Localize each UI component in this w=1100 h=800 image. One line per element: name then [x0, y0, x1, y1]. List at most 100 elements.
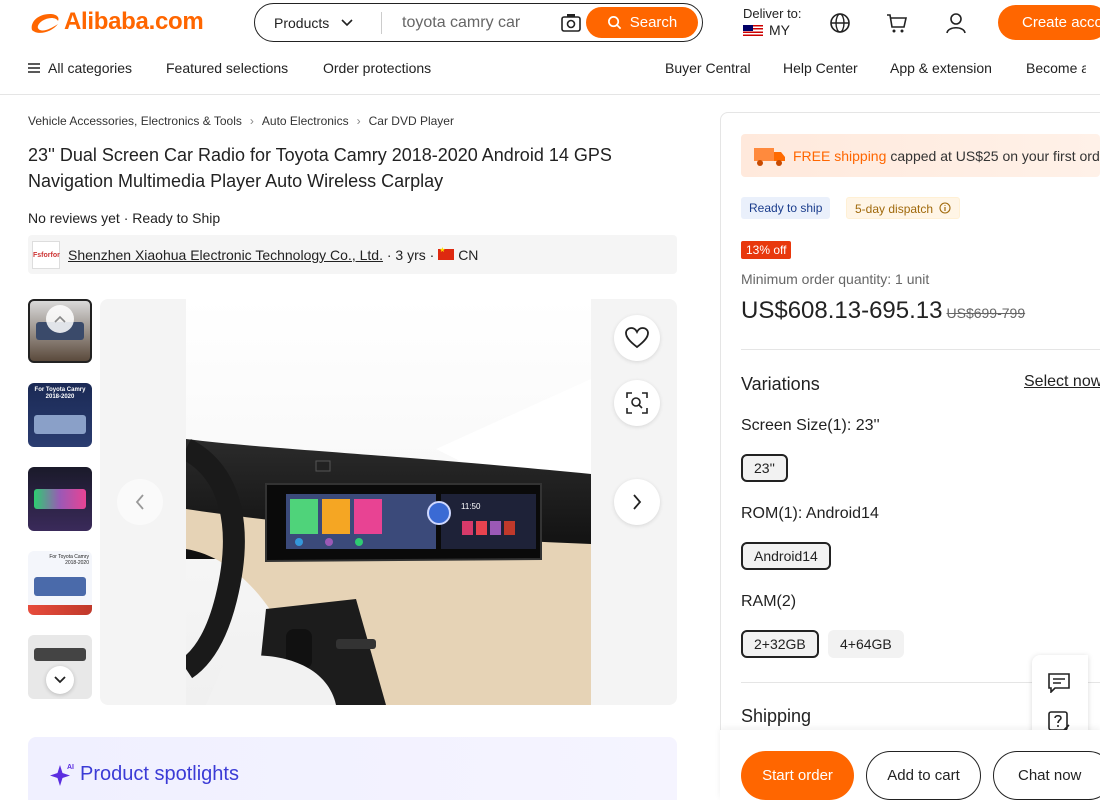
- chevron-right-icon: ›: [356, 114, 361, 128]
- chevron-right-icon: [633, 494, 642, 510]
- nav-featured-selections[interactable]: Featured selections: [166, 60, 288, 76]
- breadcrumb-item[interactable]: Vehicle Accessories, Electronics & Tools: [28, 114, 242, 128]
- message-icon[interactable]: [1048, 673, 1070, 693]
- thumbnail-screen: [34, 415, 86, 435]
- search-button-label: Search: [629, 14, 678, 31]
- cart-icon[interactable]: [886, 12, 908, 34]
- thumbnail-screen: [34, 489, 86, 509]
- supplier-name-link[interactable]: Shenzhen Xiaohua Electronic Technology C…: [68, 247, 383, 263]
- current-price: US$608.13-695.13: [741, 297, 943, 324]
- supplier-bar: Fsforfor Shenzhen Xiaohua Electronic Tec…: [28, 235, 677, 274]
- search-input[interactable]: [402, 13, 552, 32]
- thumbnail-screen: [34, 647, 86, 661]
- breadcrumb-item[interactable]: Auto Electronics: [262, 114, 349, 128]
- chevron-left-icon: [135, 494, 144, 510]
- site-header: Alibaba.com Products Search Deliver to: …: [0, 0, 1100, 95]
- option-ram-2-32gb[interactable]: 2+32GB: [741, 630, 819, 658]
- free-shipping-text: FREE shipping: [793, 147, 887, 164]
- shipping-title: Shipping: [741, 706, 812, 726]
- minimum-order: Minimum order quantity: 1 unit: [741, 271, 930, 287]
- all-categories-menu[interactable]: All categories: [28, 60, 132, 76]
- start-order-button[interactable]: Start order: [741, 751, 854, 800]
- image-search-button[interactable]: [614, 380, 660, 426]
- thumbnail-strip: For Toyota Camry 2018-2020 For Toyota Ca…: [28, 299, 92, 719]
- china-flag-icon: [438, 246, 455, 260]
- supplier-country: CN: [458, 246, 479, 263]
- thumbnail[interactable]: [28, 467, 92, 531]
- ready-to-ship-badge: Ready to ship: [741, 197, 831, 219]
- camera-search-icon[interactable]: [560, 12, 582, 34]
- supplier-years: · 3 yrs ·: [382, 246, 439, 263]
- option-screen-size-23[interactable]: 23'': [741, 454, 788, 482]
- product-title: 23'' Dual Screen Car Radio for Toyota Ca…: [28, 145, 612, 191]
- menu-icon: [28, 63, 40, 73]
- dispatch-badge-label: 5-day dispatch: [855, 202, 934, 216]
- thumbnail-caption: For Toyota Camry 2018-2020: [34, 387, 86, 400]
- breadcrumb-item[interactable]: Car DVD Player: [369, 114, 454, 128]
- search-category-select[interactable]: Products: [255, 11, 382, 34]
- free-shipping-banner[interactable]: FREE shipping capped at US$25 on your fi…: [741, 134, 1100, 177]
- thumbnail[interactable]: For Toyota Camry 2018-2020: [28, 383, 92, 447]
- image-gallery: 11:50: [100, 299, 677, 705]
- thumbnail[interactable]: For Toyota Camry 2018-2020: [28, 551, 92, 615]
- option-ram-4-64gb[interactable]: 4+64GB: [828, 630, 904, 658]
- ai-badge: AI: [67, 764, 74, 771]
- ram-label: RAM(2): [741, 593, 797, 610]
- heart-icon: [625, 327, 649, 349]
- chevron-right-icon: ›: [249, 114, 254, 128]
- app-tile: [354, 499, 382, 534]
- app-tile: [290, 499, 318, 534]
- spotlight-title: Product spotlights: [80, 763, 239, 785]
- thumbnails-up-button[interactable]: [46, 305, 74, 333]
- logo-text: Alibaba.com: [64, 8, 204, 35]
- nav-app-extension[interactable]: App & extension: [890, 60, 992, 76]
- info-icon: [939, 202, 951, 214]
- deliver-country: MY: [769, 22, 790, 38]
- favorite-button[interactable]: [614, 315, 660, 361]
- add-to-cart-button[interactable]: Add to cart: [866, 751, 981, 800]
- search-bar: Products Search: [254, 3, 703, 42]
- thumbnail-caption: For Toyota Camry 2018-2020: [49, 554, 89, 566]
- gallery-prev-button[interactable]: [117, 479, 163, 525]
- price-range: US$608.13-695.13 US$699-799: [741, 297, 1025, 325]
- scan-search-icon: [626, 392, 648, 414]
- divider: [741, 349, 1100, 350]
- dispatch-badge[interactable]: 5-day dispatch: [846, 197, 961, 219]
- truck-icon: [754, 148, 785, 166]
- breadcrumb: Vehicle Accessories, Electronics & Tools…: [28, 114, 454, 128]
- thumbnail-screen: [34, 576, 86, 596]
- nav-buyer-central[interactable]: Buyer Central: [665, 60, 751, 76]
- globe-icon[interactable]: [829, 12, 851, 34]
- thumbnails-down-button[interactable]: [46, 666, 74, 694]
- option-rom-android14[interactable]: Android14: [741, 542, 831, 570]
- nav-order-protections[interactable]: Order protections: [323, 60, 431, 76]
- product-main-image[interactable]: 11:50: [186, 299, 591, 705]
- supplier-logo: Fsforfor: [32, 240, 60, 269]
- gallery-next-button[interactable]: [614, 479, 660, 525]
- product-spotlights-section: AI Product spotlights: [28, 737, 677, 800]
- alibaba-logo[interactable]: Alibaba.com: [28, 8, 204, 36]
- chevron-down-icon: [341, 18, 353, 26]
- chat-now-button[interactable]: Chat now: [993, 751, 1100, 800]
- chevron-up-icon: [54, 315, 66, 323]
- screen-size-label: Screen Size(1): 23'': [741, 417, 880, 434]
- create-account-button[interactable]: Create account: [998, 5, 1100, 40]
- variations-title: Variations: [741, 374, 820, 394]
- app-tile: [322, 499, 350, 534]
- search-category-label: Products: [274, 14, 330, 31]
- user-icon[interactable]: [945, 12, 967, 34]
- shipping-cap-text: capped at US$25 on your first order: [890, 147, 1100, 164]
- review-status: No reviews yet · Ready to Ship: [28, 210, 221, 226]
- nav-help-center[interactable]: Help Center: [783, 60, 858, 76]
- thumbnail-footer: [28, 605, 92, 615]
- select-now-link[interactable]: Select now: [1024, 373, 1100, 391]
- deliver-to[interactable]: Deliver to: MY: [743, 6, 802, 38]
- search-button[interactable]: Search: [586, 7, 698, 38]
- alibaba-logo-icon: [31, 14, 59, 33]
- deliver-to-label: Deliver to:: [743, 6, 802, 21]
- car-interior-illustration: 11:50: [186, 299, 591, 705]
- rom-label: ROM(1): Android14: [741, 505, 879, 522]
- original-price: US$699-799: [946, 305, 1026, 321]
- nav-become-supplier[interactable]: Become a supplier: [1026, 60, 1086, 76]
- discount-badge: 13% off: [741, 241, 792, 259]
